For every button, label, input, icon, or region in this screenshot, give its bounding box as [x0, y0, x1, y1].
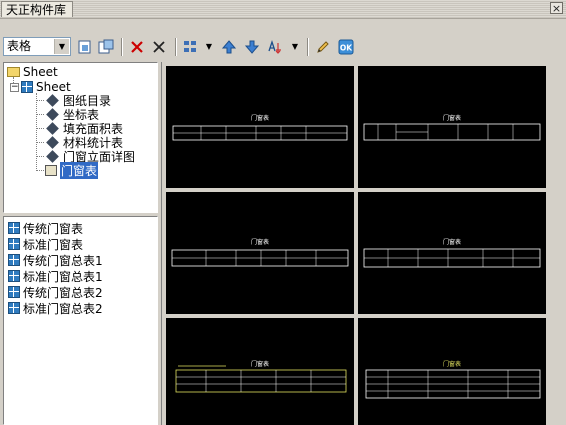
open-folder-icon — [45, 164, 57, 176]
tree-node-sheet[interactable]: − Sheet — [10, 80, 71, 94]
collapse-toggle-icon[interactable]: − — [10, 82, 19, 92]
chevron-down-icon[interactable]: ▼ — [54, 39, 69, 54]
delete-icon — [131, 41, 143, 53]
cut-icon — [153, 41, 165, 53]
list-item-label: 传统门窗总表2 — [23, 285, 103, 300]
list-item[interactable]: 传统门窗总表1 — [8, 252, 103, 268]
sort-button[interactable] — [266, 37, 284, 57]
category-select[interactable]: 表格 ▼ — [3, 37, 71, 56]
title-bar: 天正构件库 × — [0, 0, 566, 19]
move-down-icon — [244, 40, 260, 54]
list-item-label: 标准门窗总表2 — [23, 301, 103, 316]
import-button[interactable] — [76, 37, 94, 57]
preview-thumbnail[interactable]: 门窗表 — [166, 66, 354, 188]
category-select-value: 表格 — [7, 39, 32, 53]
list-item-label: 标准门窗总表1 — [23, 269, 103, 284]
preview-title: 门窗表 — [443, 114, 461, 122]
list-item-label: 标准门窗表 — [23, 237, 84, 252]
move-up-icon — [221, 40, 237, 54]
folder-icon — [7, 67, 20, 77]
tree-item-door-window-table[interactable]: 门窗表 — [45, 161, 99, 179]
toolbar: 表格 ▼ ▼ ▼ OK — [0, 19, 566, 61]
preview-thumbnail[interactable]: 门窗表 — [166, 192, 354, 314]
table-icon — [21, 81, 33, 93]
preview-title: 门窗表 — [443, 360, 461, 368]
grid-view-chevron-down-icon[interactable]: ▼ — [204, 37, 214, 57]
list-item[interactable]: 标准门窗总表2 — [8, 300, 103, 316]
grid-view-button[interactable] — [181, 37, 199, 57]
sort-az-icon — [268, 39, 281, 54]
diamond-icon — [46, 93, 59, 107]
table-icon — [8, 270, 20, 282]
list-item[interactable]: 传统门窗总表2 — [8, 284, 103, 300]
ok-icon: OK — [338, 39, 354, 55]
list-item[interactable]: 标准门窗总表1 — [8, 268, 103, 284]
delete-button[interactable] — [128, 37, 146, 57]
table-icon — [8, 302, 20, 314]
tree-panel: Sheet − Sheet 图纸目录 坐标表 填充面积表 材料统计表 门窗立面详… — [3, 62, 158, 213]
list-item[interactable]: 标准门窗表 — [8, 236, 83, 252]
tree-root-label: Sheet — [23, 65, 58, 79]
edit-pencil-icon — [317, 41, 329, 53]
edit-button[interactable] — [314, 37, 332, 57]
list-item-label: 传统门窗表 — [23, 221, 84, 236]
preview-title: 门窗表 — [443, 238, 461, 246]
diamond-icon — [46, 107, 59, 121]
preview-title: 门窗表 — [251, 238, 269, 246]
list-item[interactable]: 传统门窗表 — [8, 220, 83, 236]
preview-thumbnail[interactable]: 门窗表 — [358, 318, 546, 425]
preview-thumbnail[interactable]: 门窗表 — [358, 66, 546, 188]
table-icon — [8, 286, 20, 298]
export-icon — [98, 39, 114, 54]
grid-view-icon — [184, 41, 196, 52]
tree-root[interactable]: Sheet — [7, 65, 58, 79]
preview-title: 门窗表 — [251, 114, 269, 122]
list-item-label: 传统门窗总表1 — [23, 253, 103, 268]
close-button[interactable]: × — [550, 2, 563, 14]
preview-title: 门窗表 — [251, 360, 269, 368]
table-icon — [8, 254, 20, 266]
preview-thumbnail[interactable]: 门窗表 — [358, 192, 546, 314]
table-icon — [8, 222, 20, 234]
window-title: 天正构件库 — [1, 1, 73, 17]
preview-thumbnail[interactable]: 门窗表 — [166, 318, 354, 425]
table-icon — [8, 238, 20, 250]
move-down-button[interactable] — [243, 37, 261, 57]
tree-item-label-selected: 门窗表 — [60, 161, 99, 179]
ok-button[interactable]: OK — [337, 37, 355, 57]
svg-text:OK: OK — [340, 44, 353, 53]
list-panel: 传统门窗表 标准门窗表 传统门窗总表1 标准门窗总表1 传统门窗总表2 标准门窗… — [3, 216, 158, 425]
export-button[interactable] — [97, 37, 115, 57]
diamond-icon — [46, 121, 59, 135]
diamond-icon — [46, 149, 59, 163]
diamond-icon — [46, 135, 59, 149]
preview-grid: 门窗表 门窗表 门窗表 门窗表 门窗表 门窗表 — [161, 62, 564, 425]
move-up-button[interactable] — [220, 37, 238, 57]
import-icon — [78, 40, 91, 54]
cut-button[interactable] — [150, 37, 168, 57]
sort-chevron-down-icon[interactable]: ▼ — [290, 37, 300, 57]
